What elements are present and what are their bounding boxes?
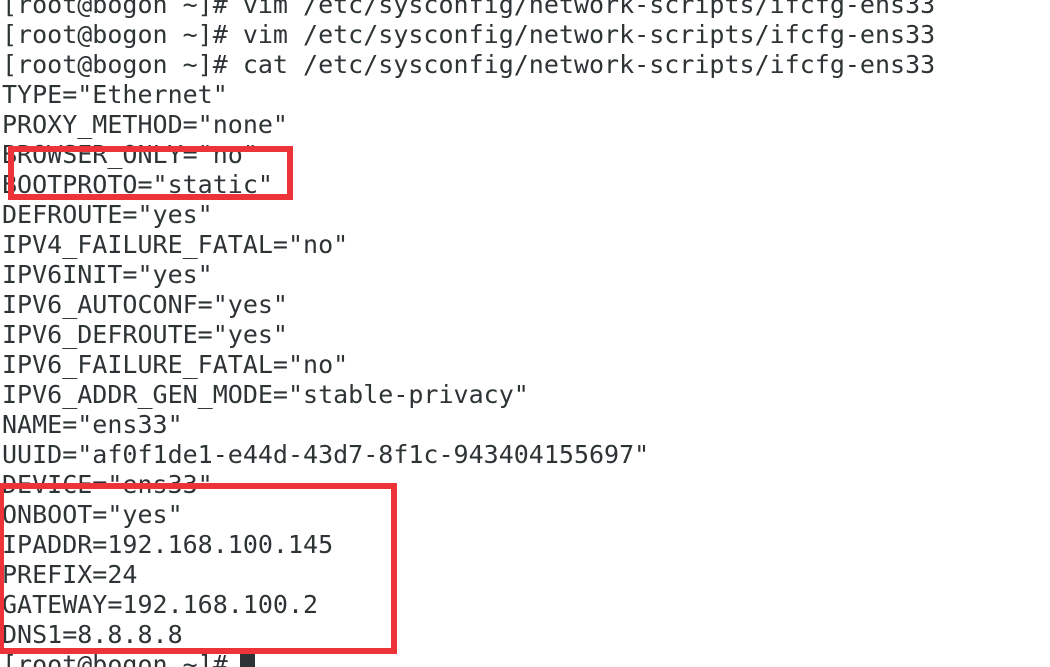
highlight-box-network-settings [0,483,397,654]
terminal-window[interactable]: [root@bogon ~]# vim /etc/sysconfig/netwo… [0,0,1050,667]
terminal-line: IPV6_AUTOCONF="yes" [2,290,288,319]
terminal-line: TYPE="Ethernet" [2,80,228,109]
terminal-line: IPV6_ADDR_GEN_MODE="stable-privacy" [2,380,529,409]
terminal-line: UUID="af0f1de1-e44d-43d7-8f1c-9434041556… [2,440,650,469]
terminal-line: [root@bogon ~]# cat /etc/sysconfig/netwo… [2,50,936,79]
terminal-line: [root@bogon ~]# vim /etc/sysconfig/netwo… [2,20,936,49]
terminal-line: IPV4_FAILURE_FATAL="no" [2,230,349,259]
highlight-box-bootproto [8,146,293,200]
terminal-line: DEFROUTE="yes" [2,200,213,229]
terminal-line: PROXY_METHOD="none" [2,110,288,139]
terminal-line: IPV6_FAILURE_FATAL="no" [2,350,349,379]
text-cursor [239,652,255,667]
terminal-line: IPV6_DEFROUTE="yes" [2,320,288,349]
terminal-line: [root@bogon ~]# vim /etc/sysconfig/netwo… [2,0,936,19]
terminal-line: NAME="ens33" [2,410,183,439]
terminal-line: IPV6INIT="yes" [2,260,213,289]
